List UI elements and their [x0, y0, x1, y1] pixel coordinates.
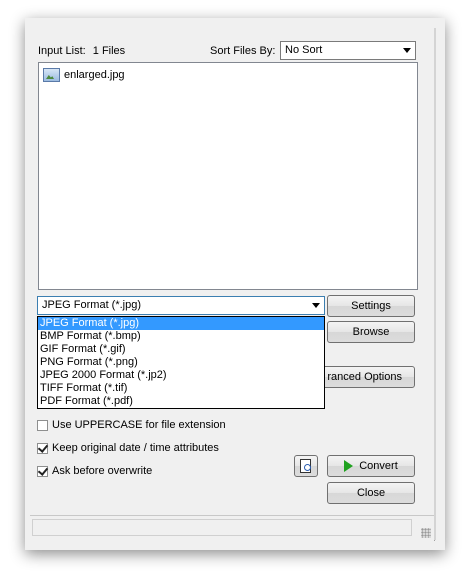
play-icon: [344, 460, 354, 473]
input-file-list[interactable]: enlarged.jpg: [38, 62, 418, 290]
keep-date-checkbox[interactable]: [37, 442, 48, 454]
uppercase-checkbox-row[interactable]: Use UPPERCASE for file extension: [37, 419, 226, 431]
overwrite-checkbox-label: Ask before overwrite: [52, 465, 153, 477]
keep-date-checkbox-label: Keep original date / time attributes: [52, 442, 219, 454]
status-field: [32, 519, 412, 536]
format-option[interactable]: JPEG 2000 Format (*.jp2): [38, 369, 324, 382]
chevron-down-icon: [403, 48, 411, 53]
input-list-label-text: Input List:: [38, 45, 86, 57]
format-select[interactable]: JPEG Format (*.jpg): [37, 296, 325, 315]
uppercase-checkbox-label: Use UPPERCASE for file extension: [52, 419, 226, 431]
keep-date-checkbox-row[interactable]: Keep original date / time attributes: [37, 442, 219, 454]
format-option[interactable]: BMP Format (*.bmp): [38, 330, 324, 343]
uppercase-checkbox[interactable]: [37, 419, 48, 431]
sort-label: Sort Files By:: [210, 45, 276, 57]
overwrite-checkbox[interactable]: [37, 465, 48, 477]
format-dropdown-list[interactable]: JPEG Format (*.jpg) BMP Format (*.bmp) G…: [37, 316, 325, 409]
window-edge: [434, 28, 436, 540]
convert-button[interactable]: Convert: [327, 455, 415, 477]
input-list-count: 1 Files: [92, 45, 126, 57]
format-option[interactable]: GIF Format (*.gif): [38, 343, 324, 356]
sort-select-value: No Sort: [285, 44, 323, 56]
status-bar: [30, 515, 434, 541]
list-item[interactable]: enlarged.jpg: [43, 67, 125, 83]
input-list-label: Input List: 1 Files: [38, 45, 125, 57]
settings-button[interactable]: Settings: [327, 295, 415, 317]
preview-icon: [300, 459, 311, 473]
format-option[interactable]: TIFF Format (*.tif): [38, 382, 324, 395]
close-button[interactable]: Close: [327, 482, 415, 504]
image-file-icon: [43, 68, 60, 82]
convert-button-label: Convert: [359, 460, 398, 472]
resize-grip-icon[interactable]: [421, 528, 431, 538]
format-option[interactable]: PDF Format (*.pdf): [38, 395, 324, 408]
sort-select[interactable]: No Sort: [280, 41, 416, 60]
format-select-value: JPEG Format (*.jpg): [42, 299, 142, 311]
preview-button[interactable]: [294, 455, 318, 477]
overwrite-checkbox-row[interactable]: Ask before overwrite: [37, 465, 152, 477]
format-option[interactable]: JPEG Format (*.jpg): [38, 317, 324, 330]
browse-button[interactable]: Browse: [327, 321, 415, 343]
file-name: enlarged.jpg: [64, 69, 125, 81]
format-option[interactable]: PNG Format (*.png): [38, 356, 324, 369]
chevron-down-icon: [312, 303, 320, 308]
converter-window: Input List: 1 Files Sort Files By: No So…: [30, 28, 436, 541]
